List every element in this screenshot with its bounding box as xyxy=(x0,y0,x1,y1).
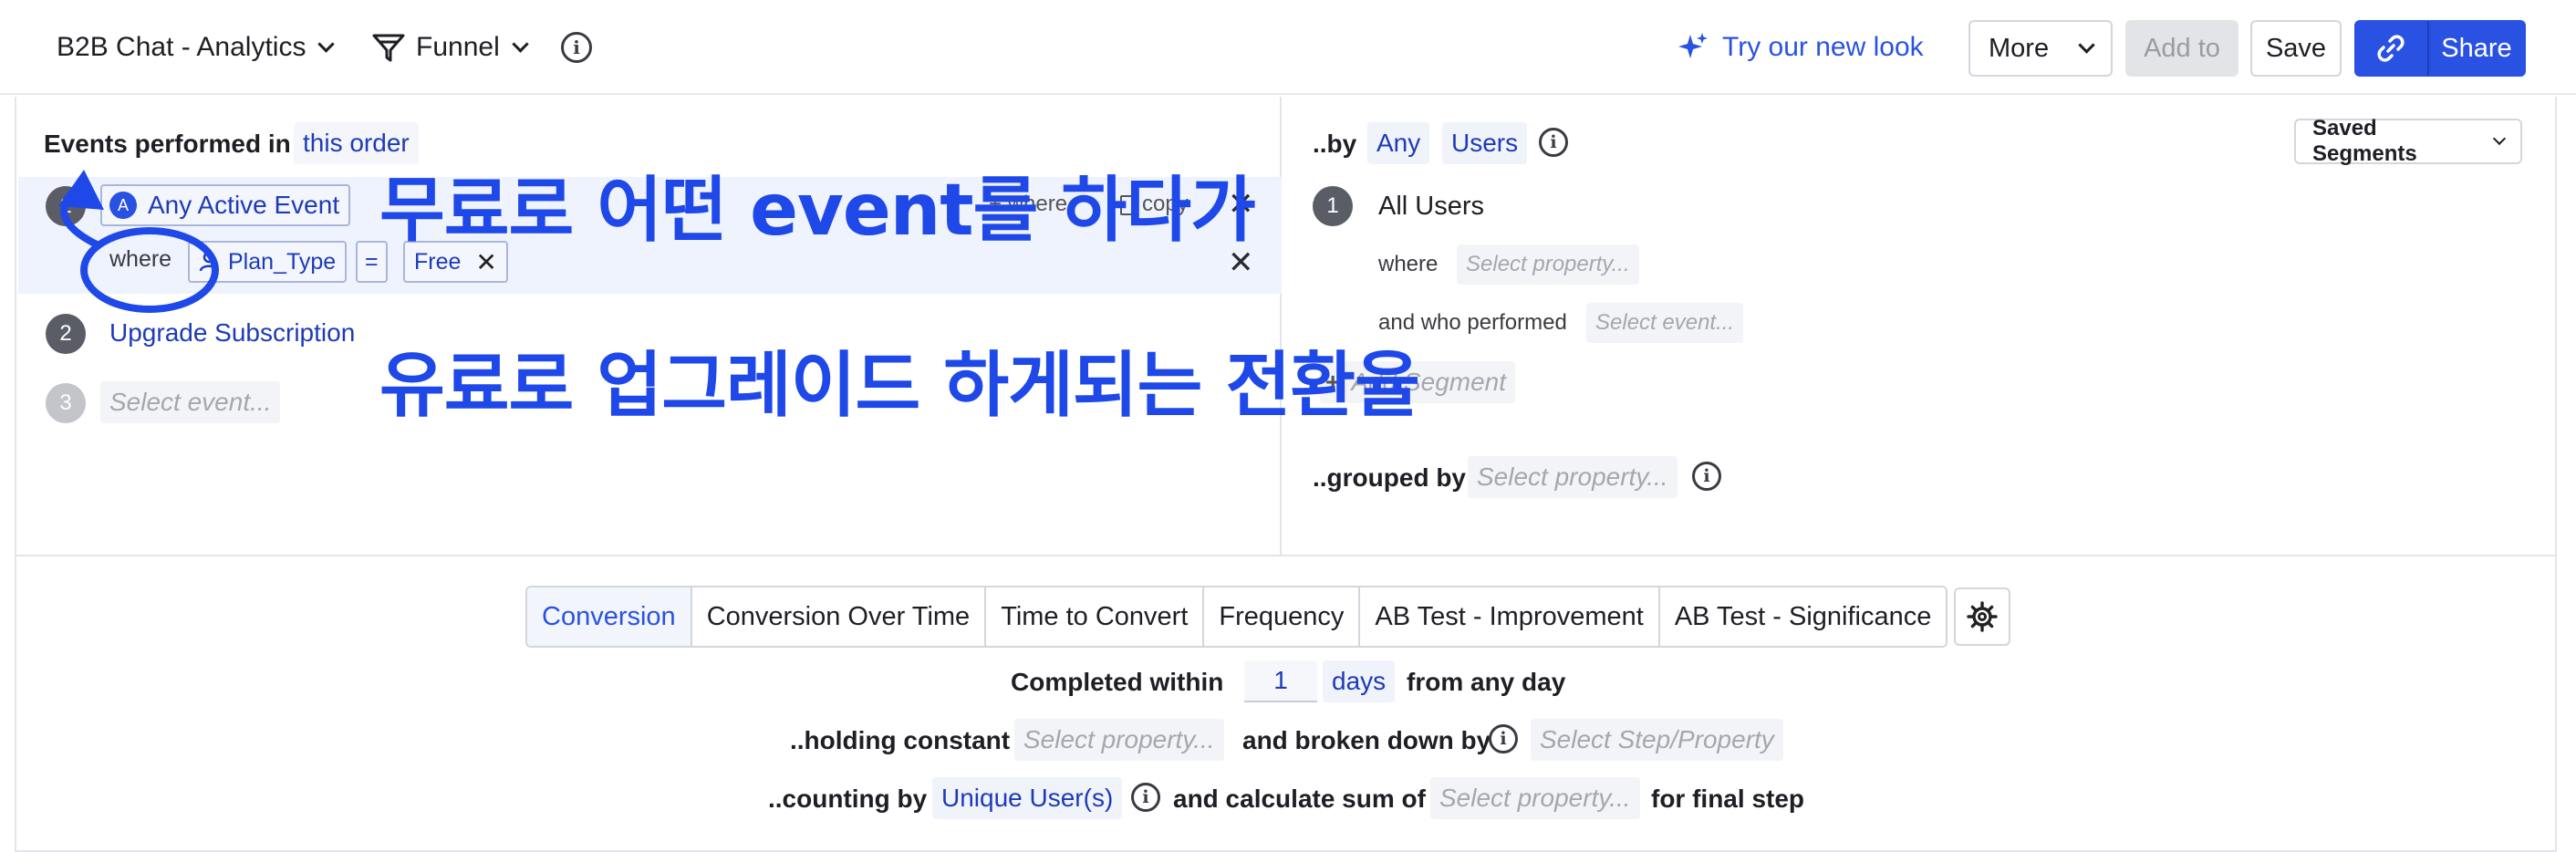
counting-by-label: ..counting by xyxy=(768,784,928,813)
segment-where-label: where xyxy=(1378,252,1439,276)
chevron-down-icon xyxy=(2492,131,2507,146)
try-new-look-label: Try our new look xyxy=(1722,32,1924,62)
step-number: 3 xyxy=(46,383,86,423)
within-unit-select[interactable]: days xyxy=(1323,660,1396,702)
segment-any-selector[interactable]: Any xyxy=(1367,122,1430,164)
segment-property-select[interactable]: Select property... xyxy=(1457,244,1639,285)
segments-panel: ..by Any Users i Saved Segments 1 All Us… xyxy=(1282,97,2557,555)
annotation-line-2: 유료로 업그레이드 하게되는 전환율 xyxy=(379,345,1420,427)
step-1-label: Any Active Event xyxy=(148,191,340,219)
save-label: Save xyxy=(2265,33,2327,63)
funnel-icon xyxy=(372,34,405,62)
more-button[interactable]: More xyxy=(1968,20,2113,77)
step-number: 2 xyxy=(46,314,86,354)
grouped-by-info-button[interactable]: i xyxy=(1692,462,1721,491)
info-icon: i xyxy=(1489,724,1518,753)
completed-within-label: Completed within xyxy=(1011,668,1224,696)
filter-property[interactable]: Plan_Type xyxy=(188,241,348,283)
step-number: 1 xyxy=(46,186,86,226)
chevron-down-icon xyxy=(512,35,529,53)
within-value-input[interactable]: 1 xyxy=(1244,660,1317,702)
info-icon: i xyxy=(561,32,592,63)
final-step-label: for final step xyxy=(1651,784,1805,813)
tab-ab-test-improvement[interactable]: AB Test - Improvement xyxy=(1360,587,1660,646)
copy-link-button[interactable] xyxy=(2354,20,2427,77)
annotation-line-1: 무료로 어떤 event를 하다가 xyxy=(379,170,1256,252)
holding-constant-select[interactable]: Select property... xyxy=(1014,719,1224,761)
holding-constant-label: ..holding constant xyxy=(790,726,1011,754)
info-icon: i xyxy=(1692,462,1721,491)
more-label: More xyxy=(1989,33,2050,63)
link-icon xyxy=(2377,35,2405,62)
user-property-icon xyxy=(199,251,219,272)
step-2-event[interactable]: Upgrade Subscription xyxy=(100,312,364,354)
from-any-day-label[interactable]: from any day xyxy=(1407,668,1565,697)
chevron-down-icon xyxy=(2078,36,2095,54)
counting-info-button[interactable]: i xyxy=(1131,783,1160,812)
filter-where-label: where xyxy=(109,246,172,272)
tab-frequency[interactable]: Frequency xyxy=(1204,587,1361,646)
info-icon: i xyxy=(1539,128,1568,157)
top-bar: B2B Chat - Analytics Funnel i Try our ne… xyxy=(0,0,2576,95)
options-panel: Conversion Conversion Over Time Time to … xyxy=(15,555,2557,852)
gear-icon xyxy=(1967,601,1998,632)
project-selector[interactable]: B2B Chat - Analytics xyxy=(57,24,336,71)
segment-event-select[interactable]: Select event... xyxy=(1586,303,1744,343)
try-new-look-link[interactable]: Try our new look xyxy=(1677,24,1924,71)
share-button[interactable]: Share xyxy=(2427,20,2526,77)
broken-down-select[interactable]: Select Step/Property xyxy=(1531,719,1783,761)
filter-property-label: Plan_Type xyxy=(228,248,337,275)
info-icon: i xyxy=(1131,783,1160,812)
tab-conversion[interactable]: Conversion xyxy=(527,587,692,646)
add-to-button[interactable]: Add to xyxy=(2125,20,2238,77)
tab-time-to-convert[interactable]: Time to Convert xyxy=(986,587,1205,646)
counting-by-select[interactable]: Unique User(s) xyxy=(932,777,1123,819)
grouped-by-select[interactable]: Select property... xyxy=(1468,456,1678,498)
broken-down-info-button[interactable]: i xyxy=(1489,724,1518,753)
project-name: B2B Chat - Analytics xyxy=(57,32,306,62)
segment-info-button[interactable]: i xyxy=(1539,128,1568,157)
add-to-label: Add to xyxy=(2144,33,2220,63)
by-label: ..by xyxy=(1313,130,1357,158)
analysis-tabs: Conversion Conversion Over Time Time to … xyxy=(525,586,1948,648)
segment-name[interactable]: All Users xyxy=(1378,192,1484,222)
segment-users-selector[interactable]: Users xyxy=(1442,122,1528,164)
tab-conversion-over-time[interactable]: Conversion Over Time xyxy=(691,587,987,646)
share-label: Share xyxy=(2441,33,2512,63)
sparkle-icon xyxy=(1678,33,1708,58)
sum-property-select[interactable]: Select property... xyxy=(1430,777,1640,819)
events-title: Events performed in xyxy=(44,130,291,158)
chart-type-selector[interactable]: Funnel xyxy=(372,24,529,71)
saved-segments-label: Saved Segments xyxy=(2312,116,2417,166)
save-button[interactable]: Save xyxy=(2250,20,2342,77)
calculate-sum-label: and calculate sum of xyxy=(1173,784,1426,813)
step-1-event[interactable]: A Any Active Event xyxy=(100,184,351,226)
saved-segments-button[interactable]: Saved Segments xyxy=(2294,116,2522,166)
settings-button[interactable] xyxy=(1954,587,2010,646)
tab-ab-test-significance[interactable]: AB Test - Significance xyxy=(1659,587,1947,646)
segment-number: 1 xyxy=(1313,186,1353,226)
event-icon: A xyxy=(109,192,137,219)
chart-type-label: Funnel xyxy=(416,32,500,62)
broken-down-by-label: and broken down by xyxy=(1242,726,1491,754)
chart-info-button[interactable]: i xyxy=(561,24,592,71)
grouped-by-label: ..grouped by xyxy=(1313,463,1466,492)
chevron-down-icon xyxy=(317,35,336,53)
step-3-event-select[interactable]: Select event... xyxy=(100,381,281,423)
